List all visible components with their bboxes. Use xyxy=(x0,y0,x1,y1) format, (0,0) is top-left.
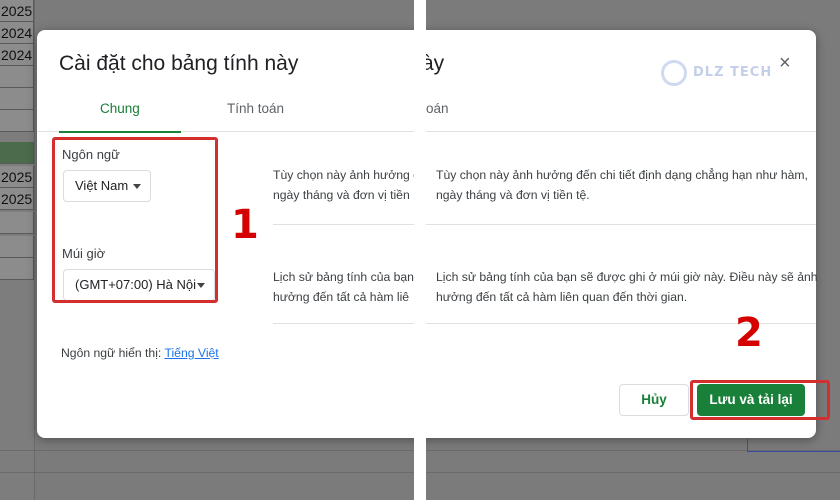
active-tab-indicator xyxy=(59,131,181,133)
tab-calculation[interactable]: Tính toán xyxy=(227,101,284,116)
sheet-cell[interactable]: 2025 xyxy=(0,188,34,210)
brand-watermark-text: DLZ TECH xyxy=(693,65,773,80)
grid-line xyxy=(0,450,414,451)
divider xyxy=(273,224,414,225)
spreadsheet-column: 2025 2024 2024 2025 2025 xyxy=(0,0,34,500)
tab-general[interactable]: Chung xyxy=(100,101,140,116)
language-description-line: Tùy chọn này ảnh hưởng đến chi tiết định… xyxy=(436,168,808,182)
grid-line xyxy=(34,0,35,500)
divider xyxy=(273,323,414,324)
language-description-line: Tùy chọn này ảnh hưởng đ xyxy=(273,168,414,182)
highlight-box xyxy=(690,380,830,420)
divider xyxy=(426,224,816,225)
step-number: 2 xyxy=(735,310,763,356)
timezone-description-line: hưởng đến tất cả hàm liên quan đến thời … xyxy=(436,290,688,304)
sheet-cell[interactable] xyxy=(0,258,34,280)
sheet-cell[interactable]: 2025 xyxy=(0,166,34,188)
selection-border xyxy=(747,451,840,452)
timezone-description-line: Lịch sử bảng tính của bạn xyxy=(273,270,414,284)
tab-calculation[interactable]: oán xyxy=(426,101,449,116)
grid-line xyxy=(0,472,414,473)
sheet-cell[interactable] xyxy=(0,212,34,234)
highlight-box xyxy=(52,137,218,303)
display-language-link[interactable]: Tiếng Việt xyxy=(164,346,218,360)
language-description-line: ngày tháng và đơn vị tiền tệ. xyxy=(436,188,590,202)
close-icon[interactable]: × xyxy=(779,52,791,75)
cancel-button[interactable]: Hủy xyxy=(619,384,689,416)
grid-line xyxy=(426,472,840,473)
sheet-cell[interactable] xyxy=(0,88,34,110)
brand-logo-icon xyxy=(661,60,687,86)
sheet-cell[interactable] xyxy=(0,236,34,258)
settings-dialog: ày oán × Tùy chọn này ảnh hưởng đến chi … xyxy=(426,30,818,438)
dialog-title: Cài đặt cho bảng tính này xyxy=(59,52,299,75)
sheet-cell-selected[interactable] xyxy=(0,142,34,164)
language-description-line: ngày tháng và đơn vị tiền xyxy=(273,188,410,202)
left-screenshot-panel: 2025 2024 2024 2025 2025 Cài đặt cho bản… xyxy=(0,0,414,500)
step-number: 1 xyxy=(231,202,259,248)
sheet-cell[interactable] xyxy=(0,66,34,88)
timezone-description-line: Lịch sử bảng tính của bạn sẽ được ghi ở … xyxy=(436,270,818,284)
right-screenshot-panel: ày oán × Tùy chọn này ảnh hưởng đến chi … xyxy=(426,0,840,500)
tab-bar: oán xyxy=(426,98,816,132)
brand-watermark: DLZ TECH xyxy=(661,58,776,88)
sheet-cell[interactable]: 2025 xyxy=(0,0,34,22)
display-language-row: Ngôn ngữ hiển thị: Tiếng Việt xyxy=(61,343,219,363)
tab-bar: Chung Tính toán xyxy=(37,98,414,133)
sheet-cell[interactable]: 2024 xyxy=(0,44,34,66)
sheet-cell[interactable]: 2024 xyxy=(0,22,34,44)
dialog-title-fragment: ày xyxy=(426,52,445,75)
timezone-description-line: hưởng đến tất cả hàm liê xyxy=(273,290,410,304)
sheet-cell[interactable] xyxy=(0,110,34,132)
selection-border xyxy=(747,438,748,452)
display-language-label: Ngôn ngữ hiển thị: xyxy=(61,346,162,360)
